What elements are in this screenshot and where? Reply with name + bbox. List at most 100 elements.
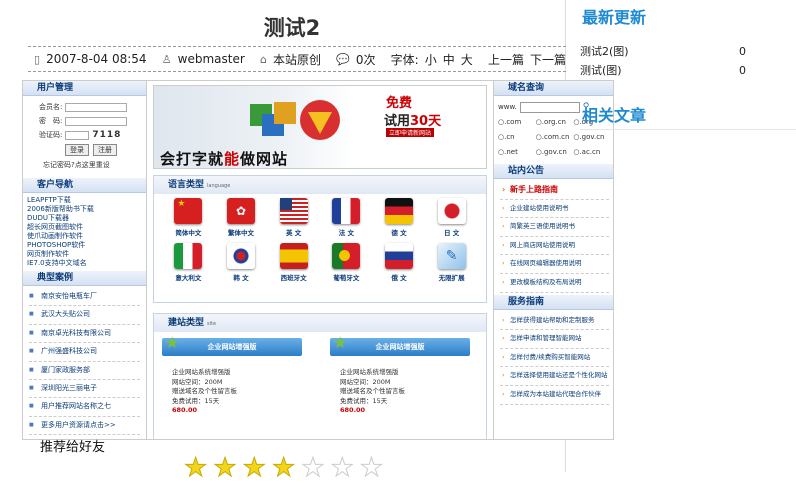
captcha-image: 7118 [92,130,122,140]
right-sidebar: 最新更新 测试2(图) 0 测试(图) 0 相关文章 [580,0,796,472]
latest-item[interactable]: 测试2(图) 0 [580,42,746,61]
flag-de: 德 文 [373,198,426,237]
list-item: 厦门家政服务部 [29,362,140,381]
cases-header: 典型案例 [23,271,146,286]
banner-free: 免费 [386,96,413,111]
recommend-link[interactable]: 推荐给好友 [40,436,105,455]
language-box: 语言类型 language ★ 简体中文 ✿ 繁体中文 英 文 法 文 德 文 日 文… [153,175,487,303]
ext-option: ○.cn [498,133,515,141]
latest-item[interactable]: 测试(图) 0 [580,61,746,80]
list-item: 使爪动画制作软件 [27,232,83,240]
font-size-label: 字体: [390,52,419,67]
comment-icon: 💬 [336,52,350,66]
flag-it: 意大利文 [162,243,215,282]
list-item: 深圳阳光三丽电子 [29,380,140,399]
article-title: 测试2 [263,16,321,40]
flag-pt: 葡萄牙文 [320,243,373,282]
flag-grid: ★ 简体中文 ✿ 繁体中文 英 文 法 文 德 文 日 文 意大利文 韩 文 西班牙… [154,194,486,286]
client-nav-header: 客户导航 [23,178,146,193]
rating-stars[interactable]: ★ ★ ★ ★ ★ ★ ★ [183,455,383,482]
list-item: 武汉大头贴公司 [29,306,140,325]
list-item: IE7.0支持中文域名 [27,259,87,267]
calendar-icon: ▯ [34,52,41,66]
article-meta-bar: ▯ 2007-8-04 08:54 ♙ webmaster ⌂ 本站原创 💬 0… [28,46,566,72]
star-filled-icon[interactable]: ★ [213,455,237,482]
flag-es: 西班牙文 [267,243,320,282]
flag-jp: 日 文 [425,198,478,237]
article-date: 2007-8-04 08:54 [46,52,147,66]
star-empty-icon[interactable]: ★ [330,455,354,482]
client-nav-list: LEAPFTP下载 2006新版帮助书下载 DUDU下载器 超长网页截图软件 使… [23,193,146,271]
ext-option: ○.gov.cn [535,148,567,156]
list-item: 南京安怡电瓶车厂 [29,288,140,307]
star-filled-icon[interactable]: ★ [242,455,266,482]
font-small-link[interactable]: 小 [425,51,437,68]
login-box: 会员名: 密 码: 验证码: 7118 登录 注册 忘记密码?点这里重设 [23,96,146,178]
article-panel: 测试2 ▯ 2007-8-04 08:54 ♙ webmaster ⌂ 本站原创… [18,0,614,472]
list-item: 更多用户资源请点击>> [29,417,140,436]
site-type-sub: site [207,321,217,327]
home-icon: ⌂ [259,52,267,66]
star-empty-icon[interactable]: ★ [359,455,383,482]
banner-apply: 立即申请新网站 [386,128,435,137]
ext-option: ○.net [498,148,518,156]
ext-option: ○.com [498,118,522,126]
related-title: 相关文章 [582,106,647,125]
site-type-cards: 企业网站增强版 企业网站系统增强版 网站空间：200M 赠送域名及个性留言板 免… [154,332,486,422]
promo-banner: 会打字就能做网站 免费 试用30天 立即申请新网站 [153,85,487,169]
flag-kr: 韩 文 [215,243,268,282]
list-item: 超长网页截图软件 [27,223,83,231]
list-item: 用户推荐网站名称之七 [29,398,140,417]
article-author[interactable]: webmaster [178,52,245,66]
font-large-link[interactable]: 大 [461,51,473,68]
register-button: 注册 [93,144,117,156]
list-item: 南京卓光科技有限公司 [29,325,140,344]
banner-trial: 试用30天 [384,114,442,129]
password-label: 密 码: [39,117,63,125]
flag-fr: 法 文 [320,198,373,237]
banner-logo-icon [250,100,340,140]
cases-list: 南京安怡电瓶车厂 武汉大头贴公司 南京卓光科技有限公司 广州强盛科技公司 厦门家… [23,286,146,437]
list-item: 网页制作软件 [27,250,69,258]
list-item: PHOTOSHOP软件 [27,241,86,249]
ext-option: ○.org.cn [535,118,566,126]
code-label: 验证码: [39,131,63,139]
font-medium-link[interactable]: 中 [443,51,455,68]
domain-field [519,102,580,113]
flag-cn: ★ 简体中文 [174,198,203,237]
flag-hk: ✿ 繁体中文 [215,198,268,237]
article-views: 0次 [355,52,376,67]
left-column: 用户管理 会员名: 密 码: 验证码: 7118 登录 注册 忘记密码?点这里重设 … [23,81,147,439]
star-filled-icon[interactable]: ★ [271,455,295,482]
language-sub: language [207,183,231,189]
list-item: 2006新版帮助书下载 [27,205,94,213]
login-header: 用户管理 [23,81,146,96]
user-label: 会员名: [39,103,63,111]
list-item: DUDU下载器 [27,214,70,222]
flag-more: ✎ 无限扩展 [425,243,478,282]
site-card: 企业网站增强版 企业网站系统增强版 网站空间：200M 赠送域名及个性留言板 免… [330,334,470,416]
site-card: 企业网站增强版 企业网站系统增强版 网站空间：200M 赠送域名及个性留言板 免… [162,334,302,416]
login-button: 登录 [65,144,89,156]
username-field [65,102,128,112]
next-article-link[interactable]: 下一篇 [530,51,566,68]
article-image: 用户管理 会员名: 密 码: 验证码: 7118 登录 注册 忘记密码?点这里重设 … [22,80,614,440]
prev-article-link[interactable]: 上一篇 [488,51,524,68]
ext-option: ○.com.cn [535,133,570,141]
star-empty-icon[interactable]: ★ [301,455,325,482]
article-source: 本站原创 [272,52,321,67]
list-item: LEAPFTP下载 [27,196,71,204]
flag-ru: 俄 文 [373,243,426,282]
flag-us: 英 文 [267,198,320,237]
banner-slogan: 会打字就能做网站 [160,150,289,168]
latest-list: 测试2(图) 0 测试(图) 0 [580,42,746,80]
password-field [65,116,128,126]
site-type-box: 建站类型site 企业网站增强版 企业网站系统增强版 网站空间：200M 赠送域… [153,313,487,439]
latest-title: 最新更新 [582,8,647,27]
language-header: 语言类型 [168,180,205,190]
star-filled-icon[interactable]: ★ [183,455,207,482]
related-divider [580,129,796,130]
user-icon: ♙ [161,52,172,66]
site-type-header: 建站类型 [168,318,205,328]
forgot-link: 忘记密码?点这里重设 [43,161,110,169]
